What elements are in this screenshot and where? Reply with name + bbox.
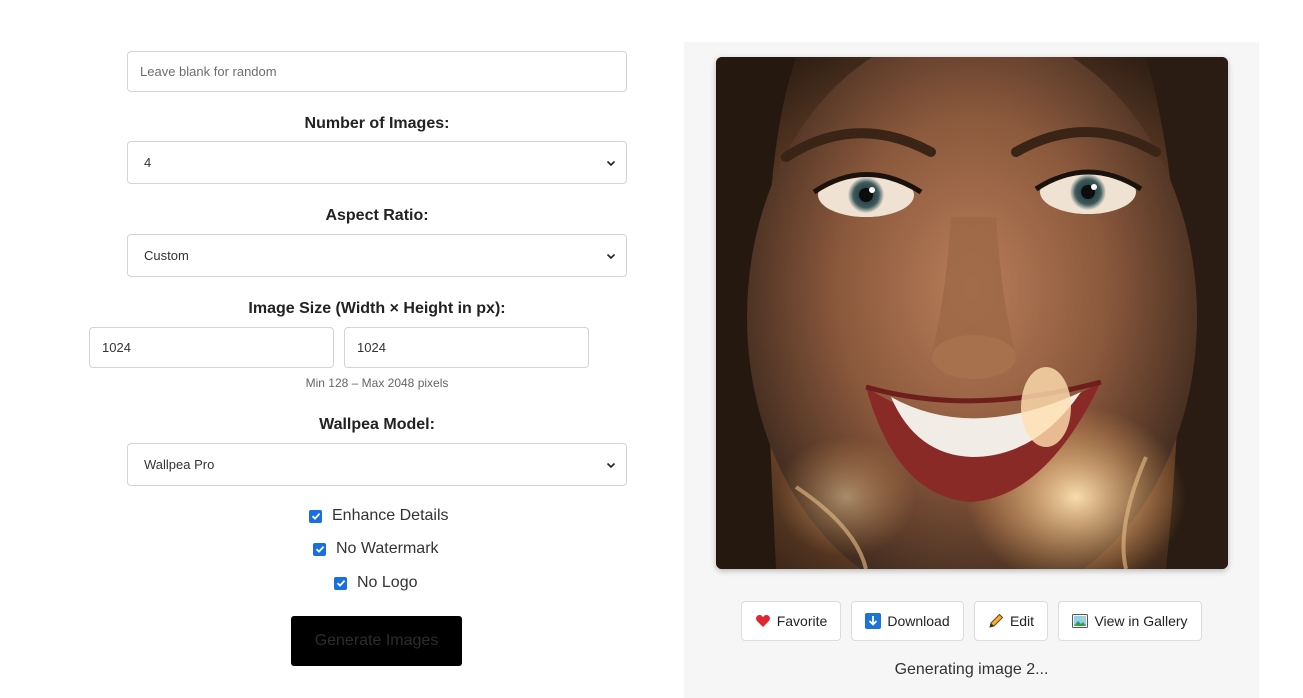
chevron-down-icon: [606, 253, 616, 259]
download-button[interactable]: Download: [851, 601, 964, 641]
view-in-gallery-button[interactable]: View in Gallery: [1058, 601, 1202, 641]
enhance-details-option[interactable]: Enhance Details: [309, 507, 449, 525]
width-input[interactable]: 1024: [89, 327, 334, 368]
no-logo-checkbox[interactable]: [334, 576, 347, 590]
edit-button[interactable]: Edit: [974, 601, 1048, 641]
view-in-gallery-label: View in Gallery: [1094, 613, 1188, 629]
generation-status: Generating image 2...: [894, 661, 1049, 678]
chevron-down-icon: [606, 160, 616, 166]
enhance-details-label: Enhance Details: [332, 507, 449, 524]
download-icon: [865, 613, 882, 629]
generator-form: Leave blank for random Number of Images:…: [0, 0, 700, 698]
aspect-ratio-select[interactable]: Custom: [127, 234, 627, 277]
pencil-icon: [988, 613, 1004, 629]
check-icon: [315, 545, 324, 553]
no-logo-label: No Logo: [357, 574, 418, 591]
picture-icon: [1072, 613, 1089, 629]
model-select[interactable]: Wallpea Pro: [127, 443, 627, 486]
no-watermark-label: No Watermark: [336, 540, 439, 557]
model-value: Wallpea Pro: [144, 457, 215, 472]
aspect-ratio-value: Custom: [144, 248, 189, 263]
aspect-ratio-label: Aspect Ratio:: [325, 207, 429, 224]
check-icon: [311, 512, 320, 520]
no-logo-option[interactable]: No Logo: [334, 574, 418, 592]
heart-icon: [755, 613, 771, 629]
check-icon: [336, 579, 345, 587]
no-watermark-option[interactable]: No Watermark: [313, 540, 439, 558]
num-images-value: 4: [144, 155, 152, 170]
result-panel: Favorite Download Edit View in Gallery G…: [684, 42, 1259, 698]
portrait-illustration: [716, 57, 1228, 569]
model-label: Wallpea Model:: [319, 416, 435, 433]
size-hint: Min 128 – Max 2048 pixels: [305, 376, 449, 390]
height-input[interactable]: 1024: [344, 327, 589, 368]
download-label: Download: [887, 613, 950, 629]
favorite-button[interactable]: Favorite: [741, 601, 841, 641]
no-watermark-checkbox[interactable]: [313, 542, 326, 556]
generate-images-button[interactable]: Generate Images: [291, 616, 462, 666]
generated-image[interactable]: [716, 57, 1228, 569]
edit-label: Edit: [1009, 613, 1035, 629]
seed-input[interactable]: Leave blank for random: [127, 51, 627, 92]
chevron-down-icon: [606, 462, 616, 468]
enhance-details-checkbox[interactable]: [309, 509, 322, 523]
num-images-label: Number of Images:: [304, 115, 450, 132]
num-images-select[interactable]: 4: [127, 141, 627, 184]
image-size-label: Image Size (Width × Height in px):: [248, 300, 506, 317]
favorite-label: Favorite: [776, 613, 828, 629]
